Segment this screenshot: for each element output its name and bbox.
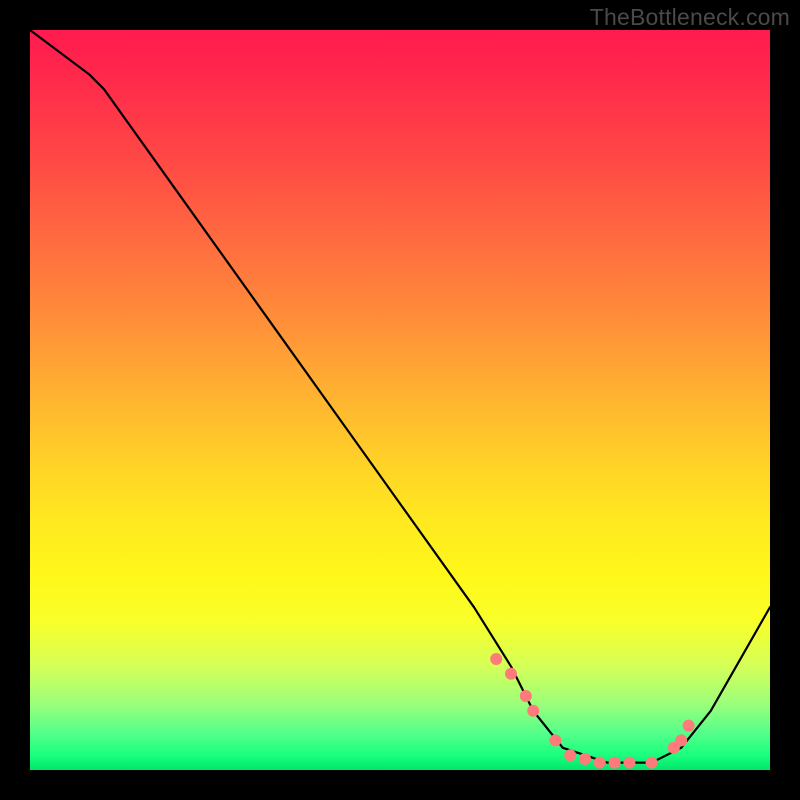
chart-marker <box>623 757 635 769</box>
watermark-text: TheBottleneck.com <box>590 4 790 31</box>
chart-marker <box>490 653 502 665</box>
chart-marker <box>549 734 561 746</box>
chart-marker <box>579 753 591 765</box>
chart-svg-overlay <box>30 30 770 770</box>
chart-marker <box>675 734 687 746</box>
chart-marker <box>594 757 606 769</box>
chart-marker <box>609 757 621 769</box>
chart-marker <box>564 749 576 761</box>
chart-marker <box>520 690 532 702</box>
chart-markers <box>490 653 694 769</box>
chart-marker <box>683 720 695 732</box>
chart-marker <box>527 705 539 717</box>
chart-curve <box>30 30 770 763</box>
chart-marker <box>505 668 517 680</box>
chart-marker <box>646 757 658 769</box>
chart-plot-area <box>30 30 770 770</box>
